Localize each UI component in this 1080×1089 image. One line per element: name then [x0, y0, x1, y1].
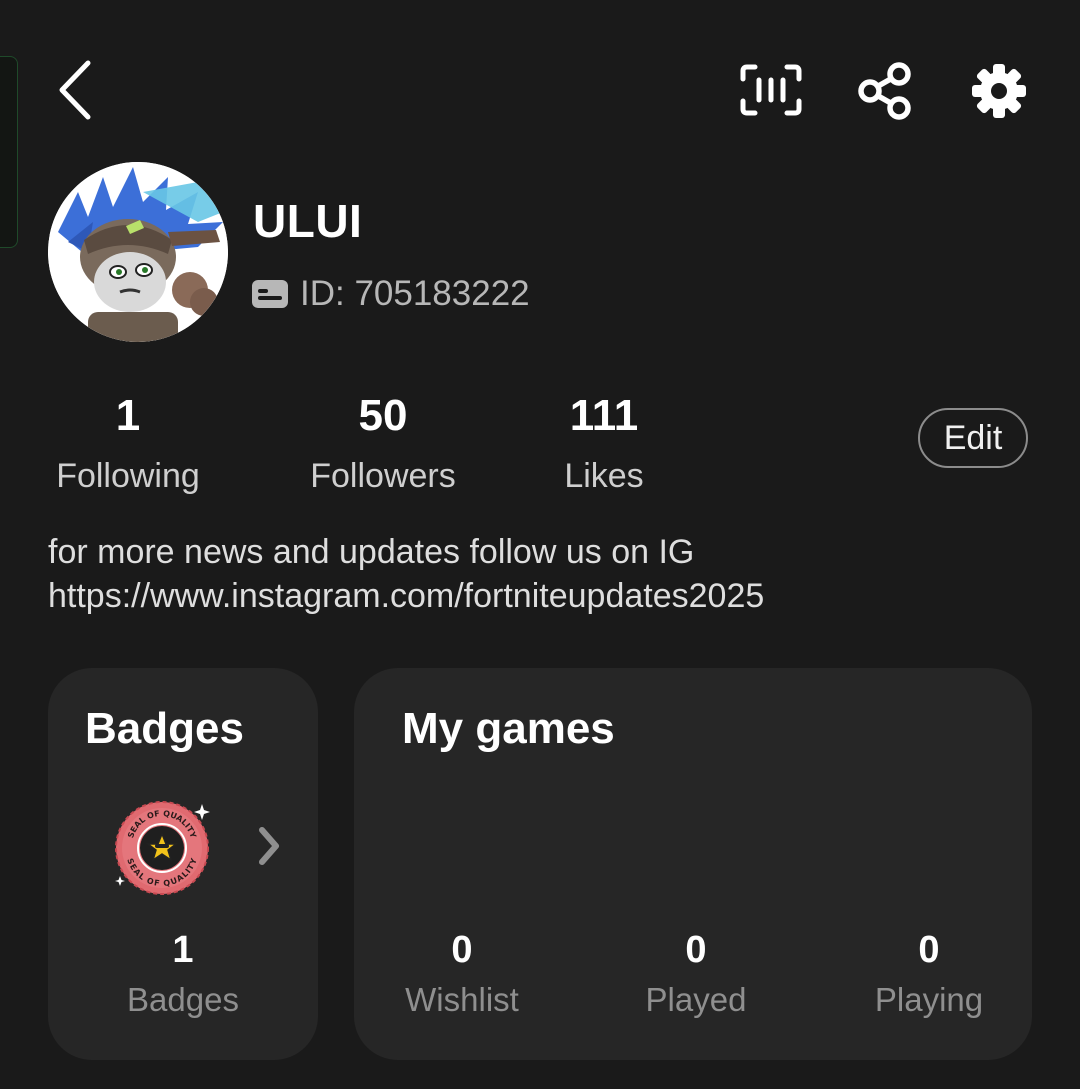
my-games-title: My games — [402, 704, 615, 753]
user-id-row[interactable]: ID: 705183222 — [252, 274, 530, 314]
scan-barcode-icon — [740, 64, 802, 116]
back-button[interactable] — [48, 56, 104, 124]
bio-link[interactable]: https://www.instagram.com/fortniteupdate… — [48, 574, 764, 618]
chevron-right-icon[interactable] — [254, 824, 284, 868]
playing-label: Playing — [874, 981, 984, 1018]
following-count: 1 — [115, 391, 141, 440]
played-stat[interactable]: 0 Played — [636, 930, 756, 1020]
playing-count: 0 — [918, 929, 940, 971]
id-card-icon — [252, 280, 288, 308]
badges-count-label: Badges — [127, 981, 239, 1018]
chevron-left-icon — [59, 60, 91, 120]
followers-label: Followers — [310, 457, 456, 495]
following-label: Following — [56, 457, 200, 495]
wishlist-label: Wishlist — [405, 981, 519, 1018]
gear-icon — [972, 64, 1026, 118]
side-edge-handle — [0, 56, 18, 248]
badges-stat: 1 Badges — [108, 930, 258, 1020]
likes-count: 111 — [569, 391, 639, 440]
badges-card-title: Badges — [85, 704, 244, 753]
avatar[interactable] — [48, 162, 228, 342]
bio-text: for more news and updates follow us on I… — [48, 533, 695, 571]
my-games-card[interactable]: My games 0 Wishlist 0 Played 0 Playing — [354, 668, 1032, 1060]
likes-label: Likes — [564, 457, 644, 495]
wishlist-count: 0 — [451, 929, 473, 971]
username: ULUI — [253, 195, 363, 247]
playing-stat[interactable]: 0 Playing — [864, 930, 994, 1020]
followers-count: 50 — [358, 391, 408, 440]
share-icon — [858, 62, 911, 120]
edit-profile-button[interactable]: Edit — [918, 408, 1028, 468]
badges-count: 1 — [172, 929, 194, 971]
scan-button[interactable] — [736, 60, 806, 120]
seal-of-quality-badge: SEAL OF QUALITY SEAL OF QUALITY — [115, 801, 210, 895]
following-stat[interactable]: 1 Following — [48, 388, 208, 504]
avatar-illustration — [48, 162, 228, 342]
likes-stat[interactable]: 111 Likes — [556, 388, 652, 504]
played-label: Played — [645, 981, 747, 1018]
wishlist-stat[interactable]: 0 Wishlist — [394, 930, 530, 1020]
user-id-label: ID: 705183222 — [300, 274, 530, 313]
badges-card[interactable]: Badges SEAL OF QUALITY SEAL OF QUALITY 1… — [48, 668, 318, 1060]
bio: for more news and updates follow us on I… — [48, 530, 764, 618]
settings-button[interactable] — [966, 58, 1032, 124]
share-button[interactable] — [852, 58, 918, 124]
followers-stat[interactable]: 50 Followers — [300, 388, 466, 504]
played-count: 0 — [685, 929, 707, 971]
